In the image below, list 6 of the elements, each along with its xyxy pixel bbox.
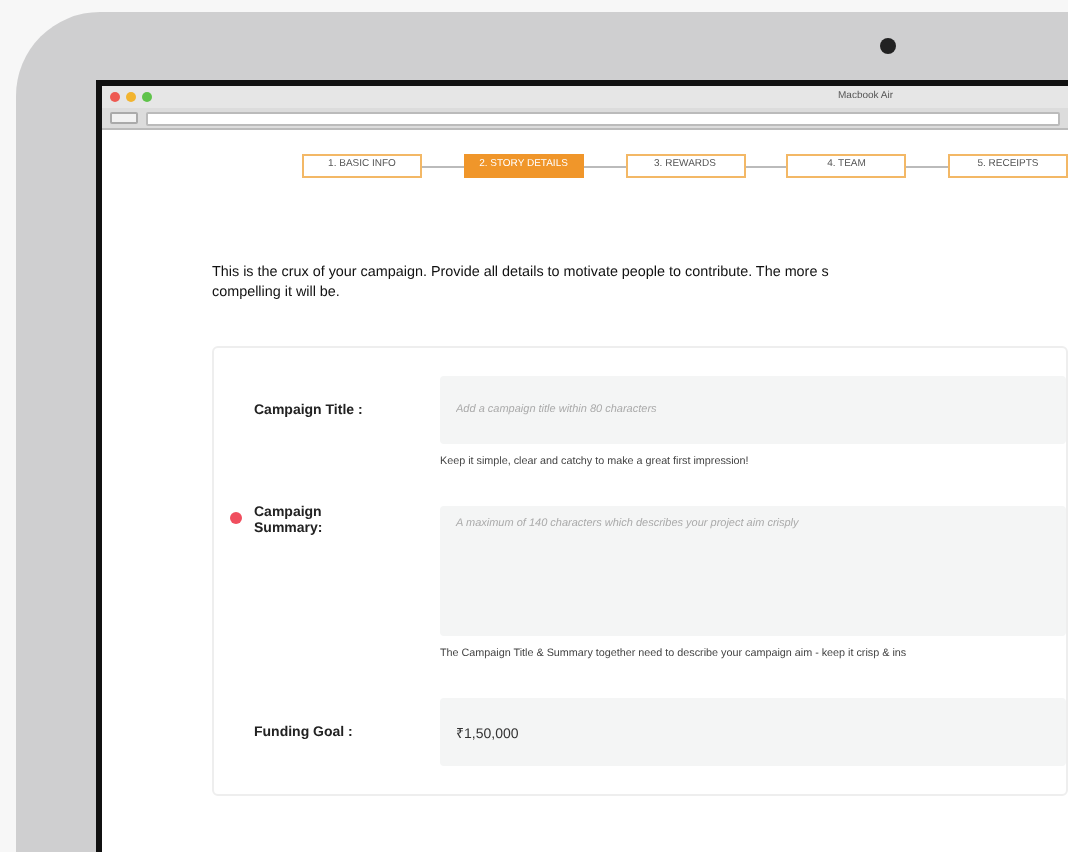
back-forward-icon[interactable] bbox=[110, 112, 138, 124]
close-icon[interactable] bbox=[110, 92, 120, 102]
address-bar[interactable] bbox=[146, 111, 1060, 125]
camera-icon bbox=[880, 38, 896, 54]
maximize-icon[interactable] bbox=[142, 92, 152, 102]
minimize-icon[interactable] bbox=[126, 92, 136, 102]
